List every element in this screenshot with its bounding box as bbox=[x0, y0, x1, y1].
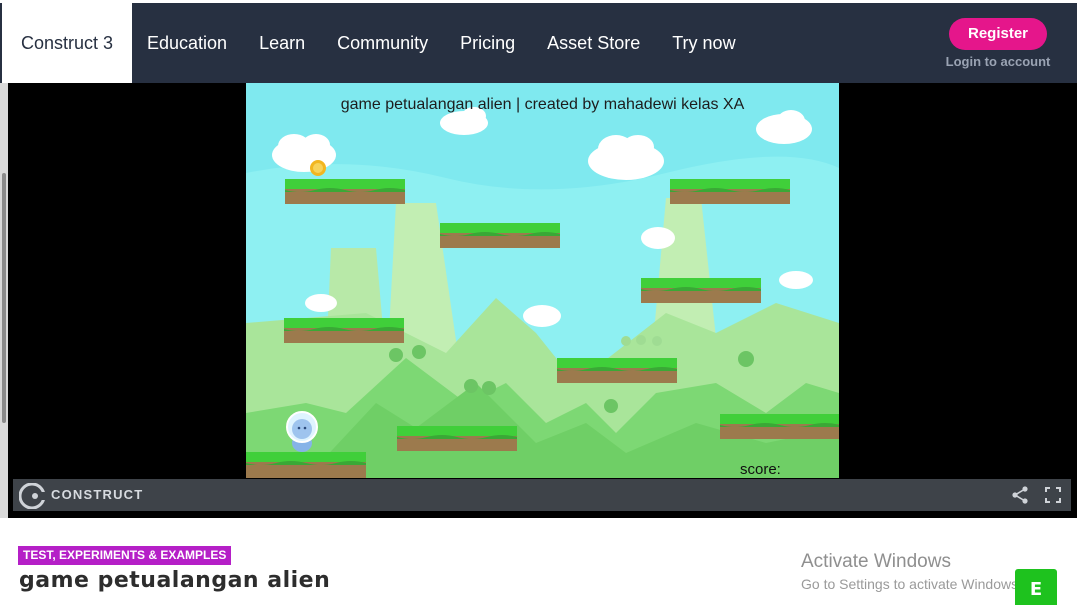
category-badge[interactable]: TEST, EXPERIMENTS & EXAMPLES bbox=[18, 546, 232, 565]
page-title: game petualangan alien bbox=[19, 568, 331, 593]
scrollbar[interactable] bbox=[0, 83, 8, 518]
game-player: game petualangan alien | created by maha… bbox=[8, 83, 1077, 518]
nav-link-pricing[interactable]: Pricing bbox=[460, 3, 515, 83]
e-badge-icon[interactable]: E bbox=[1015, 569, 1057, 605]
nav-link-education[interactable]: Education bbox=[147, 3, 227, 83]
activate-windows-title: Activate Windows bbox=[801, 551, 951, 572]
fullscreen-icon[interactable] bbox=[1045, 487, 1061, 503]
construct-logo-icon bbox=[19, 483, 45, 509]
coin-icon bbox=[310, 160, 326, 176]
nav-link-learn[interactable]: Learn bbox=[259, 3, 305, 83]
game-title-text: game petualangan alien | created by maha… bbox=[340, 96, 745, 113]
nav-links: Education Learn Community Pricing Asset … bbox=[147, 3, 768, 83]
scrollbar-thumb[interactable] bbox=[2, 173, 6, 423]
login-link[interactable]: Login to account bbox=[940, 54, 1056, 69]
game-scene bbox=[246, 83, 839, 478]
player-controls-bar: CONSTRUCT bbox=[13, 479, 1071, 511]
nav-brand-construct3[interactable]: Construct 3 bbox=[2, 3, 132, 83]
nav-link-try-now[interactable]: Try now bbox=[672, 3, 735, 83]
share-icon[interactable] bbox=[1011, 486, 1029, 504]
nav-link-asset-store[interactable]: Asset Store bbox=[547, 3, 640, 83]
construct-logo-text: CONSTRUCT bbox=[51, 487, 144, 502]
register-button[interactable]: Register bbox=[949, 18, 1047, 50]
top-nav: Construct 3 Education Learn Community Pr… bbox=[0, 3, 1077, 83]
activate-windows-subtitle: Go to Settings to activate Windows. bbox=[801, 576, 1022, 592]
score-label: score: bbox=[740, 461, 781, 478]
nav-link-community[interactable]: Community bbox=[337, 3, 428, 83]
game-canvas[interactable]: game petualangan alien | created by maha… bbox=[246, 83, 839, 478]
